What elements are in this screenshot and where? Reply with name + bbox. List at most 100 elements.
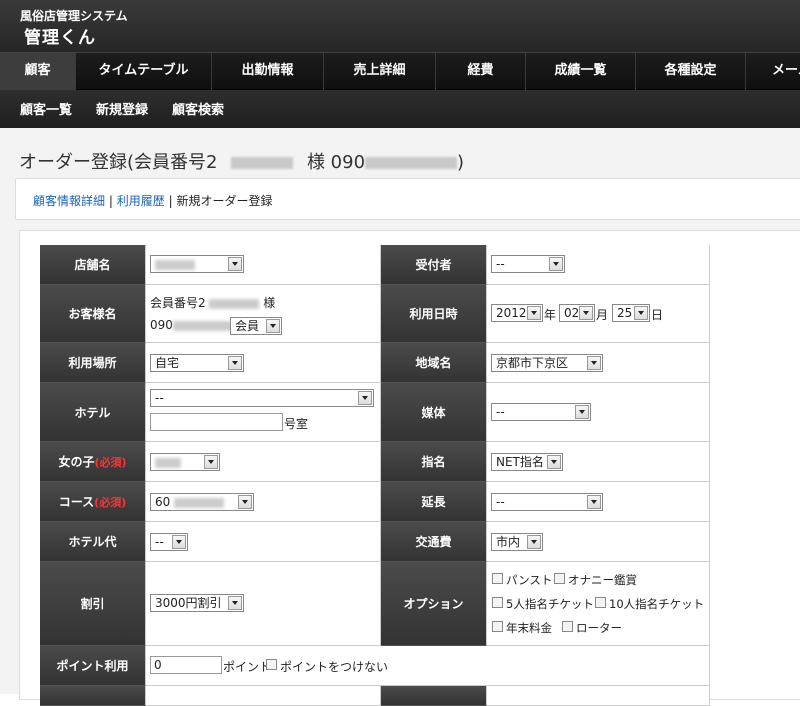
chevron-down-icon — [228, 356, 242, 370]
content-area: オーダー登録(会員番号2 様 090) 顧客情報詳細 | 利用履歴 | 新規オー… — [0, 128, 800, 706]
tab-customer[interactable]: 顧客 — [0, 53, 76, 90]
tab-mail[interactable]: メール — [746, 53, 800, 90]
hotel-fee-label: ホテル代 — [40, 522, 146, 562]
option-rotor-checkbox[interactable] — [562, 621, 573, 632]
subnav-new-register[interactable]: 新規登録 — [96, 99, 148, 118]
chevron-down-icon — [238, 495, 252, 509]
chevron-down-icon — [172, 535, 186, 549]
redacted-phone — [365, 157, 458, 169]
chevron-down-icon — [587, 495, 601, 509]
customer-line1: 会員番号2 様 — [150, 296, 276, 310]
usage-datetime-label: 利用日時 — [381, 285, 487, 343]
hotel-fee-select[interactable]: -- — [150, 533, 188, 551]
subnav-customer-search[interactable]: 顧客検索 — [172, 99, 224, 118]
receiver-label: 受付者 — [381, 245, 487, 285]
area-cell: 京都市下京区 — [487, 343, 710, 383]
receiver-select[interactable]: -- — [491, 255, 565, 273]
chevron-down-icon — [547, 455, 561, 469]
course-label: コース (必須) — [40, 482, 146, 522]
tab-timetable[interactable]: タイムテーブル — [76, 53, 212, 90]
discount-label: 割引 — [40, 562, 146, 646]
chevron-down-icon — [634, 306, 648, 320]
chevron-down-icon — [549, 257, 563, 271]
store-cell — [146, 245, 381, 285]
hotel-select[interactable]: -- — [150, 389, 374, 407]
year-select[interactable]: 2012 — [491, 304, 543, 322]
no-point-label: ポイントをつけない — [280, 660, 389, 674]
app-name: 管理くん — [24, 28, 96, 48]
area-select[interactable]: 京都市下京区 — [491, 354, 603, 372]
place-cell: 自宅 — [146, 343, 381, 383]
store-label: 店舗名 — [40, 245, 146, 285]
place-select[interactable]: 自宅 — [150, 354, 244, 372]
title-prefix: オーダー登録(会員番号2 — [19, 152, 218, 173]
extension-select[interactable]: -- — [491, 493, 603, 511]
girl-cell — [146, 442, 381, 482]
option-viewing-checkbox[interactable] — [554, 573, 565, 584]
media-select[interactable]: -- — [491, 403, 591, 421]
breadcrumb-current: 新規オーダー登録 — [176, 194, 273, 208]
member-type-select[interactable]: 会員 — [230, 317, 282, 335]
option-10ticket-checkbox[interactable] — [595, 597, 606, 608]
point-input[interactable]: 0 — [150, 656, 222, 674]
media-cell: -- — [487, 383, 710, 442]
tab-attendance[interactable]: 出勤情報 — [212, 53, 324, 90]
discount-cell: 3000円割引 — [146, 562, 381, 646]
next-row-label — [40, 686, 146, 706]
option-pantyhose-label: パンスト — [506, 573, 553, 587]
tab-sales-detail[interactable]: 売上詳細 — [324, 53, 436, 90]
hotel-label: ホテル — [40, 383, 146, 442]
nomination-select[interactable]: NET指名 — [491, 453, 563, 471]
breadcrumb-separator: | — [168, 194, 173, 208]
no-point-checkbox[interactable] — [266, 659, 277, 670]
customer-line2: 090 — [150, 318, 233, 332]
option-10ticket-label: 10人指名チケット — [609, 597, 705, 611]
course-select[interactable]: 60 — [150, 493, 254, 511]
point-label: ポイント利用 — [40, 646, 146, 686]
next-row-cell-right — [487, 686, 710, 706]
store-select[interactable] — [150, 255, 244, 273]
nomination-cell: NET指名 — [487, 442, 710, 482]
room-number-input[interactable] — [150, 413, 283, 431]
tab-results[interactable]: 成績一覧 — [526, 53, 636, 90]
required-mark: (必須) — [94, 495, 127, 509]
place-label: 利用場所 — [40, 343, 146, 383]
discount-select[interactable]: 3000円割引 — [150, 594, 244, 612]
required-mark: (必須) — [94, 455, 127, 469]
room-unit: 号室 — [284, 417, 309, 431]
hotel-cell: -- 号室 — [146, 383, 381, 442]
tab-expenses[interactable]: 経費 — [436, 53, 526, 90]
customer-cell: 会員番号2 様 090 会員 — [146, 285, 381, 343]
day-select[interactable]: 25 — [612, 304, 650, 322]
extension-label: 延長 — [381, 482, 487, 522]
point-cell: 0 ポイント ポイントをつけない — [146, 646, 710, 686]
option-5ticket-checkbox[interactable] — [492, 597, 503, 608]
chevron-down-icon — [228, 596, 242, 610]
title-mid: 様 090 — [306, 152, 366, 173]
redacted-name — [231, 157, 294, 169]
next-row-label-right — [381, 686, 487, 706]
girl-select[interactable] — [150, 453, 220, 471]
hotel-fee-cell: -- — [146, 522, 381, 562]
option-rotor-label: ローター — [576, 621, 622, 635]
month-select[interactable]: 02 — [559, 304, 595, 322]
chevron-down-icon — [579, 306, 593, 320]
day-unit: 日 — [651, 308, 664, 322]
option-pantyhose-checkbox[interactable] — [492, 573, 503, 584]
link-usage-history[interactable]: 利用履歴 — [117, 194, 165, 208]
order-form-panel: 店舗名 受付者 -- お客様名 会員番号2 様 090 会員 利用日時 2012… — [19, 230, 800, 706]
area-label: 地域名 — [381, 343, 487, 383]
breadcrumb: 顧客情報詳細 | 利用履歴 | 新規オーダー登録 — [15, 178, 800, 220]
transport-select[interactable]: 市内 — [491, 533, 543, 551]
option-yearend-checkbox[interactable] — [492, 621, 503, 632]
option-5ticket-label: 5人指名チケット — [506, 597, 594, 611]
link-customer-detail[interactable]: 顧客情報詳細 — [33, 194, 105, 208]
media-label: 媒体 — [381, 383, 487, 442]
extension-cell: -- — [487, 482, 710, 522]
chevron-down-icon — [587, 356, 601, 370]
chevron-down-icon — [575, 405, 589, 419]
subnav-customer-list[interactable]: 顧客一覧 — [20, 99, 72, 118]
point-unit: ポイント — [223, 660, 272, 674]
course-cell: 60 — [146, 482, 381, 522]
tab-settings[interactable]: 各種設定 — [636, 53, 746, 90]
